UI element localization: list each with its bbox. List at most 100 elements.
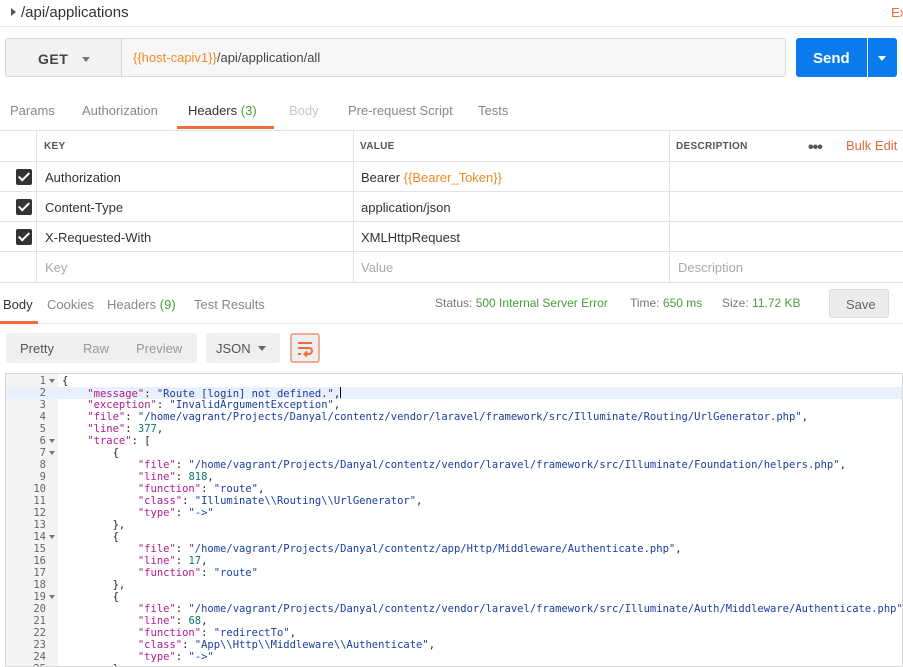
code-line[interactable]: 2 "message": "Route [login] not defined.…: [6, 387, 902, 400]
wrap-lines-button[interactable]: [290, 333, 320, 363]
code-line[interactable]: 16 "line": 17,: [6, 555, 902, 567]
caret-right-icon[interactable]: [11, 8, 16, 16]
send-button[interactable]: Send: [796, 38, 867, 77]
code-line[interactable]: 3 "exception": "InvalidArgumentException…: [6, 399, 902, 411]
header-key-cell[interactable]: Content-Type: [45, 200, 123, 215]
request-title[interactable]: /api/applications: [21, 4, 129, 21]
response-body-editor[interactable]: 1{2 "message": "Route [login] not define…: [5, 373, 903, 667]
line-number: 21: [33, 615, 46, 627]
code-line[interactable]: 13 },: [6, 519, 902, 531]
time-value: 650 ms: [662, 296, 703, 310]
code-line[interactable]: 15 "file": "/home/vagrant/Projects/Danya…: [6, 543, 902, 555]
row-divider: [0, 251, 903, 252]
view-preview-button[interactable]: Preview: [136, 341, 182, 356]
tab-pre-request-script[interactable]: Pre-request Script: [348, 103, 453, 118]
fold-arrow-icon[interactable]: [49, 379, 55, 383]
code-text: "type": "->": [137, 651, 214, 663]
code-line[interactable]: 25 },: [6, 663, 902, 666]
code-line[interactable]: 6 "trace": [: [6, 435, 902, 447]
code-line[interactable]: 11 "class": "Illuminate\\Routing\\UrlGen…: [6, 495, 902, 507]
status-label: Status:: [435, 296, 473, 310]
tab-params[interactable]: Params: [10, 103, 55, 118]
header-value-cell[interactable]: application/json: [361, 200, 451, 215]
response-bar: Body Cookies Headers (9) Test Results St…: [0, 282, 903, 324]
checkbox-checked-icon[interactable]: [16, 229, 32, 245]
code-line[interactable]: 18 },: [6, 579, 902, 591]
code-line[interactable]: 20 "file": "/home/vagrant/Projects/Danya…: [6, 603, 902, 615]
checkbox-checked-icon[interactable]: [16, 199, 32, 215]
url-variable: {{host-capiv1}}: [133, 50, 217, 65]
chevron-down-icon: [878, 56, 886, 61]
tab-headers-label: Headers: [188, 103, 238, 118]
code-line[interactable]: 23 "class": "App\\Http\\Middleware\\Auth…: [6, 639, 902, 651]
tab-response-cookies[interactable]: Cookies: [47, 297, 94, 312]
tab-response-headers[interactable]: Headers (9): [107, 297, 176, 312]
code-line[interactable]: 5 "line": 377,: [6, 423, 902, 435]
code-text: {: [62, 531, 119, 543]
more-dots-icon[interactable]: •••: [808, 139, 823, 157]
line-number: 13: [33, 519, 46, 531]
checkbox-checked-icon[interactable]: [16, 169, 32, 185]
save-response-button[interactable]: Save: [829, 289, 889, 318]
code-line[interactable]: 17 "function": "route": [6, 567, 902, 579]
fold-arrow-icon[interactable]: [49, 595, 55, 599]
bulk-edit-link[interactable]: Bulk Edit: [846, 138, 897, 153]
code-line[interactable]: 14 {: [6, 531, 902, 543]
header-value-cell[interactable]: Bearer {{Bearer_Token}}: [361, 170, 502, 185]
url-input[interactable]: {{host-capiv1}}/api/application/all: [121, 38, 786, 77]
line-number: 9: [39, 471, 46, 483]
tab-response-body[interactable]: Body: [3, 297, 33, 312]
tab-body[interactable]: Body: [289, 103, 319, 118]
line-number: 5: [39, 423, 46, 435]
request-tabs: Params Authorization Headers (3) Body Pr…: [0, 94, 903, 130]
active-tab-underline: [0, 321, 38, 324]
tab-headers[interactable]: Headers (3): [188, 103, 257, 118]
code-line[interactable]: 10 "function": "route",: [6, 483, 902, 495]
code-text: "class": "App\\Http\\Middleware\\Authent…: [137, 639, 436, 651]
view-pretty-button[interactable]: Pretty: [20, 341, 54, 356]
line-number: 16: [33, 555, 46, 567]
line-number: 14: [33, 531, 46, 543]
fold-arrow-icon[interactable]: [49, 451, 55, 455]
fold-arrow-icon[interactable]: [49, 535, 55, 539]
code-line[interactable]: 22 "function": "redirectTo",: [6, 627, 902, 639]
code-line[interactable]: 21 "line": 68,: [6, 615, 902, 627]
size-readout: Size: 11.72 KB: [722, 296, 801, 310]
code-line[interactable]: 12 "type": "->": [6, 507, 902, 519]
size-label: Size:: [722, 296, 749, 310]
header-value-cell[interactable]: XMLHttpRequest: [361, 230, 460, 245]
status-readout: Status: 500 Internal Server Error: [435, 296, 608, 310]
format-label: JSON: [216, 341, 251, 356]
line-number: 19: [33, 591, 46, 603]
tab-tests[interactable]: Tests: [478, 103, 508, 118]
column-header-value: VALUE: [360, 141, 395, 152]
code-text: {: [62, 591, 119, 603]
line-number: 2: [39, 387, 46, 399]
code-line[interactable]: 19 {: [6, 591, 902, 603]
line-number: 25: [6, 663, 46, 666]
code-text: },: [62, 579, 126, 591]
code-text: "file": "/home/vagrant/Projects/Danyal/c…: [87, 411, 808, 423]
format-select[interactable]: JSON: [206, 333, 280, 363]
status-value: 500 Internal Server Error: [475, 296, 608, 310]
code-line[interactable]: 7 {: [6, 447, 902, 459]
new-key-input[interactable]: Key: [45, 260, 67, 275]
tab-test-results[interactable]: Test Results: [194, 297, 265, 312]
code-line[interactable]: 1{: [6, 375, 902, 387]
code-line[interactable]: 9 "line": 818,: [6, 471, 902, 483]
tab-authorization[interactable]: Authorization: [82, 103, 158, 118]
method-select[interactable]: GET: [5, 38, 122, 77]
new-value-input[interactable]: Value: [361, 260, 393, 275]
new-description-input[interactable]: Description: [678, 260, 743, 275]
view-raw-button[interactable]: Raw: [83, 341, 109, 356]
send-options-button[interactable]: [868, 38, 897, 77]
header-key-cell[interactable]: Authorization: [45, 170, 121, 185]
line-number: 12: [33, 507, 46, 519]
fold-arrow-icon[interactable]: [49, 439, 55, 443]
code-line[interactable]: 8 "file": "/home/vagrant/Projects/Danyal…: [6, 459, 902, 471]
header-key-cell[interactable]: X-Requested-With: [45, 230, 151, 245]
code-line[interactable]: 24 "type": "->": [6, 651, 902, 663]
code-line[interactable]: 4 "file": "/home/vagrant/Projects/Danyal…: [6, 411, 902, 423]
examples-link[interactable]: Ex: [891, 5, 903, 20]
view-mode-group: Pretty Raw Preview: [6, 333, 197, 363]
